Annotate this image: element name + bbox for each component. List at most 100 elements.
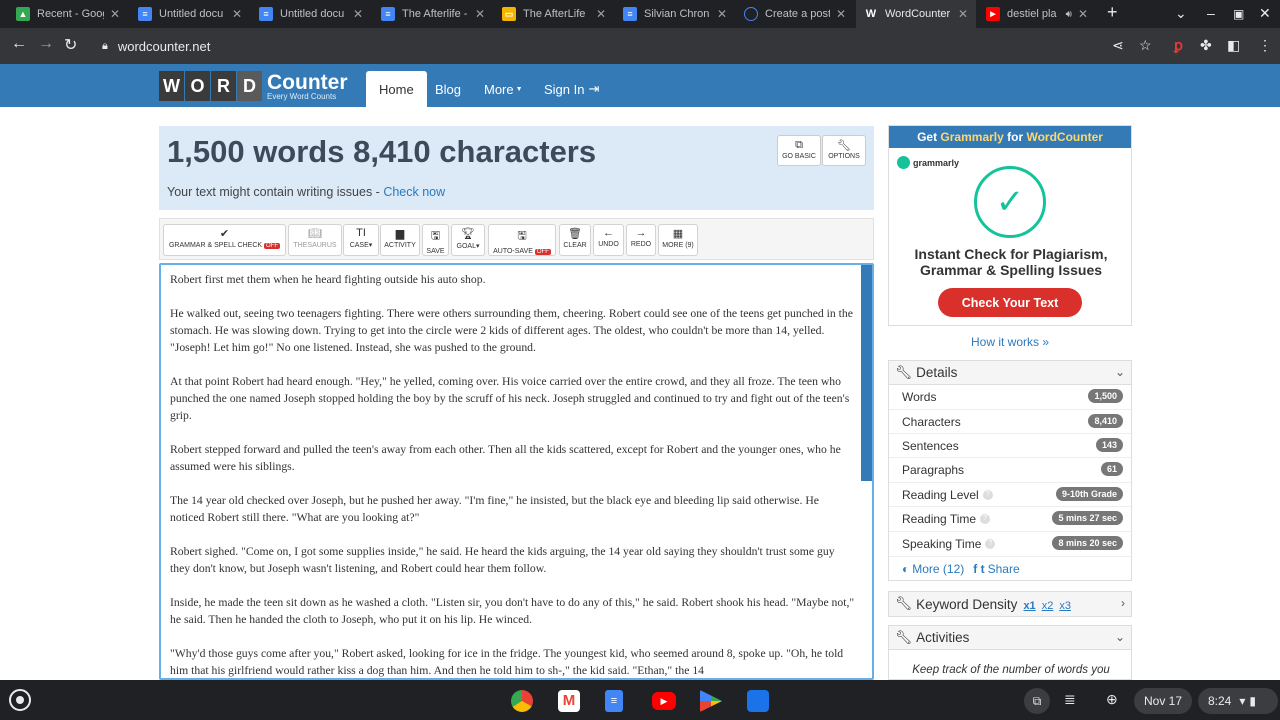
- capture-icon[interactable]: ⊕: [1106, 691, 1118, 708]
- browser-tab-6[interactable]: ≡ Silvian Chron ✕: [615, 0, 735, 28]
- tab-close-icon[interactable]: ✕: [475, 7, 485, 21]
- thesaurus-label: THESAURUS: [293, 242, 337, 249]
- editor-paragraph: Robert sighed. "Come on, I got some supp…: [170, 545, 835, 575]
- chevron-right-icon[interactable]: ›: [1121, 596, 1125, 610]
- browser-tab-5[interactable]: ▭ The AfterLife ✕: [494, 0, 614, 28]
- browser-tab-active[interactable]: W WordCounter ✕: [856, 0, 976, 28]
- browser-tab-7[interactable]: Create a post ✕: [736, 0, 854, 28]
- system-tray[interactable]: 8:24 ▾ ▮: [1198, 688, 1278, 714]
- keyword-density-header[interactable]: 🔧︎ Keyword Density x1 x2 x3 ›: [889, 592, 1131, 616]
- browser-tab-2[interactable]: ≡ Untitled docu ✕: [130, 0, 250, 28]
- save-button[interactable]: 🖫︎ SAVE: [422, 224, 449, 256]
- text-editor[interactable]: Robert first met them when he heard figh…: [159, 263, 874, 680]
- detail-more-share-row: ◐ More (12) f t Share: [889, 556, 1133, 580]
- files-app-icon[interactable]: [747, 690, 769, 712]
- help-question-icon[interactable]: ?: [980, 513, 991, 524]
- browser-tab-9[interactable]: ▶ destiel pla 🔊︎ ✕: [978, 0, 1096, 28]
- density-x1-link[interactable]: x1: [1023, 600, 1035, 612]
- tab-close-icon[interactable]: ✕: [353, 7, 363, 21]
- tab-close-icon[interactable]: ✕: [836, 7, 846, 21]
- undo-arrow-icon: ←: [603, 227, 614, 239]
- tab-search-icon[interactable]: ⌄: [1175, 5, 1187, 22]
- logo-letter: O: [185, 71, 210, 101]
- new-tab-icon[interactable]: +: [1107, 2, 1118, 23]
- browser-tab-4[interactable]: ≡ The Afterlife - ✕: [373, 0, 493, 28]
- word-count-header: 1,500 words 8,410 characters Your text m…: [159, 126, 874, 210]
- wordcounter-logo[interactable]: W O R D Counter Every Word Counts: [159, 71, 348, 101]
- minimize-icon[interactable]: –: [1207, 5, 1215, 21]
- undo-button[interactable]: ← UNDO: [593, 224, 624, 256]
- caret-down-icon: ▾: [475, 243, 480, 250]
- how-it-works-link[interactable]: How it works »: [888, 335, 1132, 349]
- address-bar[interactable]: 🔒︎ wordcounter.net: [92, 32, 1162, 60]
- nav-home[interactable]: Home: [366, 71, 427, 107]
- more-tools-button[interactable]: ▦ MORE (9): [658, 224, 698, 256]
- tab-close-icon[interactable]: ✕: [1078, 7, 1088, 21]
- tab-close-icon[interactable]: ✕: [110, 7, 120, 21]
- bookmark-star-icon[interactable]: ☆: [1139, 37, 1152, 54]
- maximize-icon[interactable]: ▣: [1233, 7, 1244, 21]
- youtube-icon: ▶: [986, 7, 1000, 21]
- share-link[interactable]: Share: [988, 562, 1020, 576]
- density-x2-link[interactable]: x2: [1042, 600, 1054, 612]
- more-details-link[interactable]: More (12): [912, 562, 964, 576]
- tab-close-icon[interactable]: ✕: [596, 7, 606, 21]
- youtube-app-icon[interactable]: ▶: [652, 692, 676, 710]
- window-close-icon[interactable]: ✕: [1259, 5, 1271, 22]
- nav-more[interactable]: More ▼: [471, 71, 536, 107]
- chrome-app-icon[interactable]: [511, 690, 533, 712]
- details-header[interactable]: 🔧︎ Details ⌄: [889, 361, 1131, 385]
- activities-header[interactable]: 🔧︎ Activities ⌄: [889, 626, 1131, 650]
- date-display[interactable]: Nov 17: [1134, 688, 1192, 714]
- check-your-text-button[interactable]: Check Your Text: [938, 288, 1082, 317]
- notes-icon[interactable]: ≣: [1064, 691, 1076, 708]
- editor-scrollbar[interactable]: [861, 265, 872, 481]
- forward-icon[interactable]: →: [38, 35, 54, 53]
- case-button[interactable]: TI CASE▾: [343, 224, 379, 256]
- editor-paragraph: Robert stepped forward and pulled the te…: [170, 443, 841, 473]
- browser-menu-icon[interactable]: ⋮: [1258, 37, 1272, 54]
- go-basic-button[interactable]: ⧉ GO BASIC: [777, 135, 821, 166]
- reload-icon[interactable]: ↻: [64, 35, 77, 55]
- chevron-down-icon[interactable]: ⌄: [1115, 365, 1125, 379]
- tab-close-icon[interactable]: ✕: [958, 7, 968, 21]
- detail-value-badge: 61: [1100, 462, 1123, 476]
- check-now-link[interactable]: Check now: [383, 185, 445, 199]
- browser-tab-3[interactable]: ≡ Untitled docu ✕: [251, 0, 371, 28]
- google-docs-app-icon[interactable]: ≡: [605, 690, 623, 712]
- extension-p-icon[interactable]: ꝑ: [1174, 37, 1183, 54]
- options-button[interactable]: 🔧︎ OPTIONS: [822, 135, 866, 166]
- play-store-app-icon[interactable]: [700, 690, 722, 712]
- editor-paragraph: Robert first met them when he heard figh…: [170, 273, 486, 286]
- detail-label: Reading Time: [902, 511, 977, 526]
- options-label: OPTIONS: [828, 153, 860, 160]
- chevron-down-icon[interactable]: ⌄: [1115, 630, 1125, 644]
- gmail-app-icon[interactable]: M: [558, 690, 580, 712]
- grammarly-ad[interactable]: Get Grammarly for WordCounter grammarly …: [888, 125, 1132, 326]
- nav-blog[interactable]: Blog: [422, 71, 474, 107]
- goal-button[interactable]: 🏆︎ GOAL▾: [451, 224, 485, 256]
- activity-button[interactable]: ▆ ACTIVITY: [380, 224, 420, 256]
- share-icon[interactable]: ⋖: [1112, 37, 1124, 54]
- help-question-icon[interactable]: ?: [985, 538, 996, 549]
- grammar-spell-check-button[interactable]: ✔ GRAMMAR & SPELL CHECK OFF: [163, 224, 286, 256]
- density-x3-link[interactable]: x3: [1059, 600, 1071, 612]
- extensions-puzzle-icon[interactable]: ✤: [1200, 37, 1212, 54]
- back-icon[interactable]: ←: [11, 35, 27, 53]
- side-panel-icon[interactable]: ◧: [1227, 37, 1240, 54]
- issues-text: Your text might contain writing issues -: [167, 185, 384, 199]
- editor-content[interactable]: Robert first met them when he heard figh…: [170, 271, 856, 678]
- clipboard-icon[interactable]: ⧉: [1024, 688, 1050, 714]
- browser-tab-1[interactable]: ▲ Recent - Google ✕: [8, 0, 128, 28]
- thesaurus-button[interactable]: 📖︎ THESAURUS: [288, 224, 342, 256]
- redo-button[interactable]: → REDO: [626, 224, 656, 256]
- detail-row-sentences: Sentences 143: [889, 433, 1133, 457]
- auto-save-button[interactable]: 🖫︎ AUTO-SAVE OFF: [488, 224, 556, 256]
- launcher-icon[interactable]: [9, 689, 31, 711]
- tab-close-icon[interactable]: ✕: [717, 7, 727, 21]
- help-question-icon[interactable]: ?: [982, 489, 993, 500]
- nav-signin[interactable]: Sign In ⇥: [531, 71, 612, 107]
- clear-button[interactable]: 🗑︎ CLEAR: [559, 224, 591, 256]
- tab-close-icon[interactable]: ✕: [232, 7, 242, 21]
- undo-label: UNDO: [598, 241, 619, 248]
